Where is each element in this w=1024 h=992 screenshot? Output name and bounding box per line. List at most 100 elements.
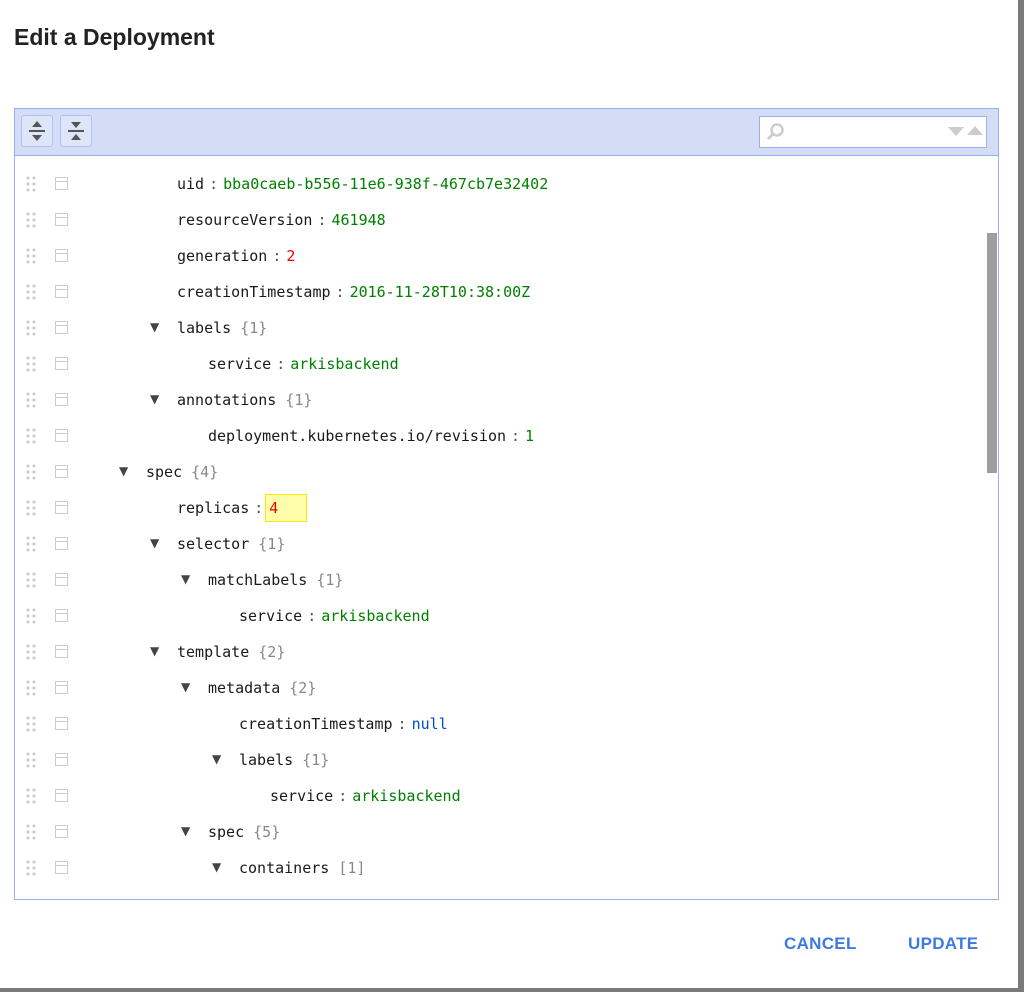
expand-toggle-icon[interactable]: ▼ — [212, 752, 221, 766]
tree-row: ▼ spec {5} — [15, 815, 998, 851]
drag-handle-icon[interactable] — [25, 607, 37, 625]
context-menu-icon[interactable] — [55, 609, 68, 622]
scrollbar[interactable] — [987, 233, 997, 473]
tree-row: ▼ annotations {1} — [15, 383, 998, 419]
field-key[interactable]: creationTimestamp — [177, 283, 331, 301]
expand-toggle-icon[interactable]: ▼ — [150, 536, 159, 550]
field-key[interactable]: spec — [146, 463, 182, 481]
expand-all-icon — [29, 121, 45, 141]
context-menu-icon[interactable] — [55, 789, 68, 802]
field-key[interactable]: uid — [177, 175, 204, 193]
drag-handle-icon[interactable] — [25, 175, 37, 193]
context-menu-icon[interactable] — [55, 249, 68, 262]
collapse-all-icon — [68, 122, 84, 140]
field-key[interactable]: spec — [208, 823, 244, 841]
context-menu-icon[interactable] — [55, 537, 68, 550]
context-menu-icon[interactable] — [55, 177, 68, 190]
field-key[interactable]: annotations — [177, 391, 276, 409]
field-value[interactable]: bba0caeb-b556-11e6-938f-467cb7e32402 — [223, 175, 548, 193]
context-menu-icon[interactable] — [55, 717, 68, 730]
context-menu-icon[interactable] — [55, 825, 68, 838]
tree-row: generation:2 — [15, 239, 998, 275]
field-value[interactable]: null — [412, 715, 448, 733]
field-value[interactable]: 1 — [525, 427, 534, 445]
field-key[interactable]: service — [239, 607, 302, 625]
context-menu-icon[interactable] — [55, 465, 68, 478]
field-value[interactable]: arkisbackend — [352, 787, 460, 805]
drag-handle-icon[interactable] — [25, 643, 37, 661]
context-menu-icon[interactable] — [55, 753, 68, 766]
field-key[interactable]: matchLabels — [208, 571, 307, 589]
search-input[interactable] — [786, 120, 940, 144]
child-count: {1} — [316, 571, 344, 589]
context-menu-icon[interactable] — [55, 429, 68, 442]
drag-handle-icon[interactable] — [25, 391, 37, 409]
drag-handle-icon[interactable] — [25, 679, 37, 697]
field-key[interactable]: resourceVersion — [177, 211, 312, 229]
field-value[interactable]: 2 — [286, 247, 295, 265]
drag-handle-icon[interactable] — [25, 283, 37, 301]
field-key[interactable]: deployment.kubernetes.io/revision — [208, 427, 506, 445]
tree-row: service: arkisbackend — [15, 779, 998, 815]
expand-toggle-icon[interactable]: ▼ — [181, 824, 190, 838]
field-key[interactable]: creationTimestamp — [239, 715, 393, 733]
drag-handle-icon[interactable] — [25, 499, 37, 517]
search-next-button[interactable] — [948, 127, 964, 136]
expand-toggle-icon[interactable]: ▼ — [181, 680, 190, 694]
drag-handle-icon[interactable] — [25, 319, 37, 337]
tree-row: creationTimestamp:2016-11-28T10:38:00Z — [15, 275, 998, 311]
tree-row: ▼ template {2} — [15, 635, 998, 671]
context-menu-icon[interactable] — [55, 681, 68, 694]
field-key[interactable]: generation — [177, 247, 267, 265]
child-count: {1} — [285, 391, 313, 409]
context-menu-icon[interactable] — [55, 321, 68, 334]
drag-handle-icon[interactable] — [25, 211, 37, 229]
expand-toggle-icon[interactable]: ▼ — [181, 572, 190, 586]
field-value[interactable]: 461948 — [332, 211, 386, 229]
drag-handle-icon[interactable] — [25, 859, 37, 877]
field-key[interactable]: service — [270, 787, 333, 805]
drag-handle-icon[interactable] — [25, 355, 37, 373]
field-value[interactable]: 4 — [265, 494, 308, 522]
drag-handle-icon[interactable] — [25, 247, 37, 265]
expand-toggle-icon[interactable]: ▼ — [119, 464, 128, 478]
search-previous-button[interactable] — [967, 126, 983, 135]
drag-handle-icon[interactable] — [25, 823, 37, 841]
expand-toggle-icon[interactable]: ▼ — [212, 860, 221, 874]
context-menu-icon[interactable] — [55, 501, 68, 514]
child-count: {1} — [302, 751, 330, 769]
drag-handle-icon[interactable] — [25, 571, 37, 589]
update-button[interactable]: UPDATE — [908, 934, 978, 954]
field-key[interactable]: metadata — [208, 679, 280, 697]
field-key[interactable]: labels — [239, 751, 293, 769]
context-menu-icon[interactable] — [55, 861, 68, 874]
field-key[interactable]: service — [208, 355, 271, 373]
expand-toggle-icon[interactable]: ▼ — [150, 320, 159, 334]
drag-handle-icon[interactable] — [25, 787, 37, 805]
context-menu-icon[interactable] — [55, 285, 68, 298]
field-key[interactable]: containers — [239, 859, 329, 877]
context-menu-icon[interactable] — [55, 573, 68, 586]
expand-all-button[interactable] — [21, 115, 53, 147]
field-key[interactable]: replicas — [177, 499, 249, 517]
search-icon — [766, 123, 784, 141]
field-key[interactable]: selector — [177, 535, 249, 553]
field-value[interactable]: arkisbackend — [290, 355, 398, 373]
field-key[interactable]: labels — [177, 319, 231, 337]
drag-handle-icon[interactable] — [25, 751, 37, 769]
drag-handle-icon[interactable] — [25, 715, 37, 733]
context-menu-icon[interactable] — [55, 213, 68, 226]
context-menu-icon[interactable] — [55, 357, 68, 370]
drag-handle-icon[interactable] — [25, 463, 37, 481]
expand-toggle-icon[interactable]: ▼ — [150, 644, 159, 658]
cancel-button[interactable]: CANCEL — [784, 934, 857, 954]
field-key[interactable]: template — [177, 643, 249, 661]
expand-toggle-icon[interactable]: ▼ — [150, 392, 159, 406]
context-menu-icon[interactable] — [55, 393, 68, 406]
collapse-all-button[interactable] — [60, 115, 92, 147]
drag-handle-icon[interactable] — [25, 535, 37, 553]
field-value[interactable]: 2016-11-28T10:38:00Z — [350, 283, 531, 301]
context-menu-icon[interactable] — [55, 645, 68, 658]
drag-handle-icon[interactable] — [25, 427, 37, 445]
field-value[interactable]: arkisbackend — [321, 607, 429, 625]
